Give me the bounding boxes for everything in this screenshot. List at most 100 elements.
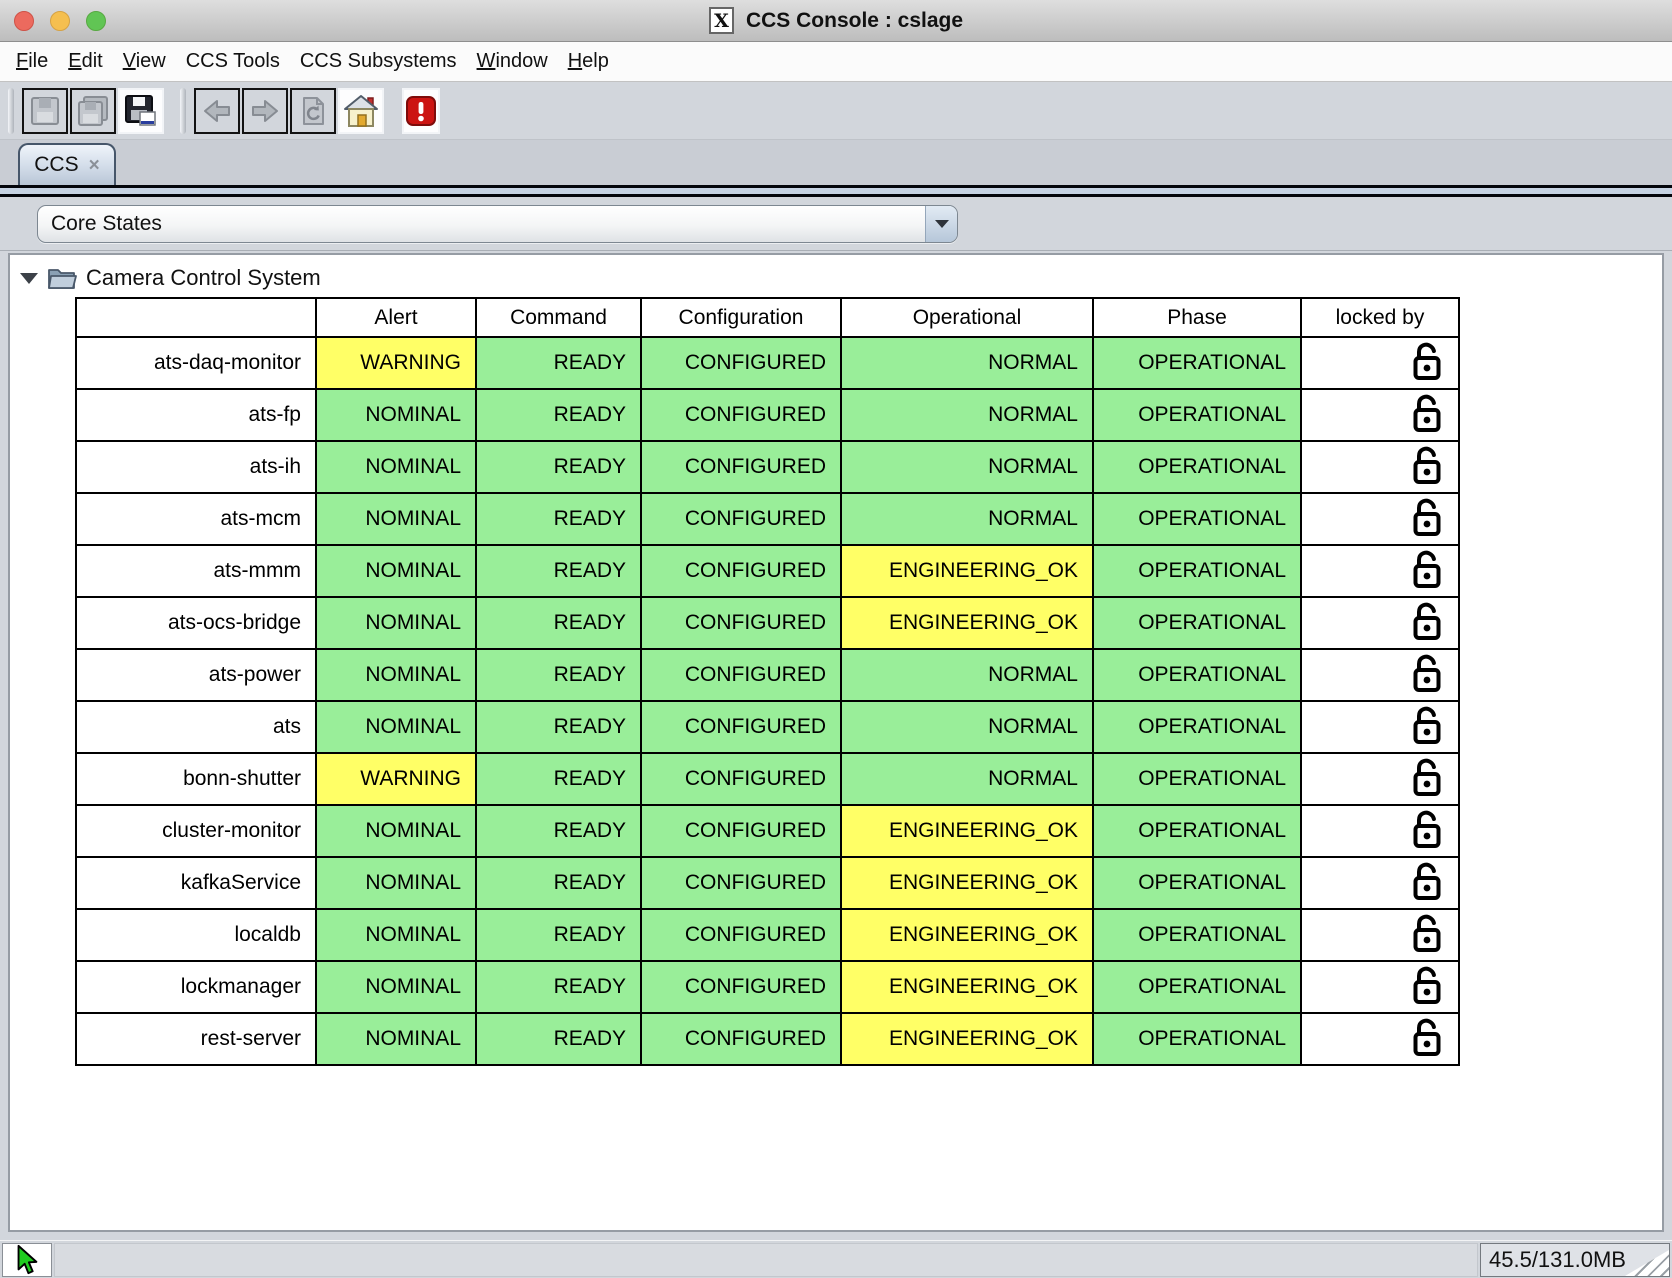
configuration-cell[interactable]: CONFIGURED	[641, 389, 841, 441]
dropdown-arrow-button[interactable]	[925, 206, 957, 242]
menu-file[interactable]: File	[6, 46, 58, 77]
subsystem-name-cell[interactable]: cluster-monitor	[76, 805, 316, 857]
locked-by-cell[interactable]	[1301, 857, 1459, 909]
operational-cell[interactable]: ENGINEERING_OK	[841, 1013, 1093, 1065]
locked-by-cell[interactable]	[1301, 597, 1459, 649]
phase-cell[interactable]: OPERATIONAL	[1093, 701, 1301, 753]
toolbar-grip[interactable]	[8, 88, 14, 134]
phase-cell[interactable]: OPERATIONAL	[1093, 597, 1301, 649]
command-cell[interactable]: READY	[476, 857, 641, 909]
locked-by-cell[interactable]	[1301, 337, 1459, 389]
configuration-cell[interactable]: CONFIGURED	[641, 1013, 841, 1065]
table-row[interactable]: ats-ih NOMINAL READY CONFIGURED NORMAL O…	[76, 441, 1459, 493]
alert-cell[interactable]: NOMINAL	[316, 493, 476, 545]
operational-cell[interactable]: ENGINEERING_OK	[841, 909, 1093, 961]
subsystem-name-cell[interactable]: localdb	[76, 909, 316, 961]
alert-cell[interactable]: NOMINAL	[316, 597, 476, 649]
alert-cell[interactable]: NOMINAL	[316, 961, 476, 1013]
configuration-cell[interactable]: CONFIGURED	[641, 857, 841, 909]
configuration-cell[interactable]: CONFIGURED	[641, 545, 841, 597]
table-row[interactable]: ats-daq-monitor WARNING READY CONFIGURED…	[76, 337, 1459, 389]
command-cell[interactable]: READY	[476, 909, 641, 961]
phase-cell[interactable]: OPERATIONAL	[1093, 441, 1301, 493]
subsystem-name-cell[interactable]: ats-fp	[76, 389, 316, 441]
alert-cell[interactable]: NOMINAL	[316, 389, 476, 441]
phase-cell[interactable]: OPERATIONAL	[1093, 753, 1301, 805]
operational-cell[interactable]: ENGINEERING_OK	[841, 545, 1093, 597]
subsystem-name-cell[interactable]: lockmanager	[76, 961, 316, 1013]
configuration-cell[interactable]: CONFIGURED	[641, 909, 841, 961]
alert-cell[interactable]: NOMINAL	[316, 701, 476, 753]
close-window-button[interactable]	[14, 11, 34, 31]
subsystem-name-cell[interactable]: bonn-shutter	[76, 753, 316, 805]
resize-grip[interactable]	[1625, 1250, 1669, 1276]
alert-cell[interactable]: NOMINAL	[316, 649, 476, 701]
subsystem-name-cell[interactable]: ats-ocs-bridge	[76, 597, 316, 649]
locked-by-cell[interactable]	[1301, 441, 1459, 493]
operational-cell[interactable]: NORMAL	[841, 441, 1093, 493]
configuration-cell[interactable]: CONFIGURED	[641, 753, 841, 805]
menu-ccs-tools[interactable]: CCS Tools	[176, 46, 290, 77]
toolbar-grip[interactable]	[180, 88, 186, 134]
phase-cell[interactable]: OPERATIONAL	[1093, 493, 1301, 545]
command-cell[interactable]: READY	[476, 649, 641, 701]
view-selector-dropdown[interactable]: Core States	[37, 205, 958, 243]
zoom-window-button[interactable]	[86, 11, 106, 31]
locked-by-cell[interactable]	[1301, 805, 1459, 857]
operational-cell[interactable]: ENGINEERING_OK	[841, 857, 1093, 909]
alert-cell[interactable]: NOMINAL	[316, 545, 476, 597]
alert-button[interactable]	[402, 88, 440, 134]
refresh-button[interactable]	[290, 88, 336, 134]
table-row[interactable]: ats-mcm NOMINAL READY CONFIGURED NORMAL …	[76, 493, 1459, 545]
subsystem-name-cell[interactable]: ats-ih	[76, 441, 316, 493]
table-row[interactable]: ats-mmm NOMINAL READY CONFIGURED ENGINEE…	[76, 545, 1459, 597]
configuration-cell[interactable]: CONFIGURED	[641, 701, 841, 753]
command-cell[interactable]: READY	[476, 493, 641, 545]
menu-ccs-subsystems[interactable]: CCS Subsystems	[290, 46, 467, 77]
operational-cell[interactable]: NORMAL	[841, 389, 1093, 441]
subsystem-name-cell[interactable]: ats-mcm	[76, 493, 316, 545]
alert-cell[interactable]: WARNING	[316, 337, 476, 389]
table-row[interactable]: ats-fp NOMINAL READY CONFIGURED NORMAL O…	[76, 389, 1459, 441]
menu-help[interactable]: Help	[558, 46, 619, 77]
operational-cell[interactable]: NORMAL	[841, 753, 1093, 805]
alert-cell[interactable]: NOMINAL	[316, 805, 476, 857]
phase-cell[interactable]: OPERATIONAL	[1093, 389, 1301, 441]
locked-by-cell[interactable]	[1301, 1013, 1459, 1065]
command-cell[interactable]: READY	[476, 441, 641, 493]
locked-by-cell[interactable]	[1301, 649, 1459, 701]
phase-cell[interactable]: OPERATIONAL	[1093, 805, 1301, 857]
locked-by-cell[interactable]	[1301, 909, 1459, 961]
tab-ccs[interactable]: CCS ×	[18, 143, 116, 185]
operational-cell[interactable]: ENGINEERING_OK	[841, 961, 1093, 1013]
command-cell[interactable]: READY	[476, 961, 641, 1013]
locked-by-cell[interactable]	[1301, 961, 1459, 1013]
alert-cell[interactable]: NOMINAL	[316, 1013, 476, 1065]
table-row[interactable]: kafkaService NOMINAL READY CONFIGURED EN…	[76, 857, 1459, 909]
table-row[interactable]: ats NOMINAL READY CONFIGURED NORMAL OPER…	[76, 701, 1459, 753]
save-button[interactable]	[22, 88, 68, 134]
phase-cell[interactable]: OPERATIONAL	[1093, 545, 1301, 597]
table-row[interactable]: localdb NOMINAL READY CONFIGURED ENGINEE…	[76, 909, 1459, 961]
phase-cell[interactable]: OPERATIONAL	[1093, 337, 1301, 389]
phase-cell[interactable]: OPERATIONAL	[1093, 909, 1301, 961]
configuration-cell[interactable]: CONFIGURED	[641, 649, 841, 701]
phase-cell[interactable]: OPERATIONAL	[1093, 857, 1301, 909]
locked-by-cell[interactable]	[1301, 753, 1459, 805]
command-cell[interactable]: READY	[476, 337, 641, 389]
operational-cell[interactable]: NORMAL	[841, 701, 1093, 753]
operational-cell[interactable]: NORMAL	[841, 649, 1093, 701]
command-cell[interactable]: READY	[476, 805, 641, 857]
configuration-cell[interactable]: CONFIGURED	[641, 337, 841, 389]
subsystem-name-cell[interactable]: ats-mmm	[76, 545, 316, 597]
phase-cell[interactable]: OPERATIONAL	[1093, 1013, 1301, 1065]
alert-cell[interactable]: NOMINAL	[316, 441, 476, 493]
command-cell[interactable]: READY	[476, 597, 641, 649]
phase-cell[interactable]: OPERATIONAL	[1093, 961, 1301, 1013]
minimize-window-button[interactable]	[50, 11, 70, 31]
memory-usage-panel[interactable]: 45.5/131.0MB	[1480, 1243, 1670, 1277]
operational-cell[interactable]: NORMAL	[841, 337, 1093, 389]
command-cell[interactable]: READY	[476, 545, 641, 597]
locked-by-cell[interactable]	[1301, 493, 1459, 545]
command-cell[interactable]: READY	[476, 701, 641, 753]
